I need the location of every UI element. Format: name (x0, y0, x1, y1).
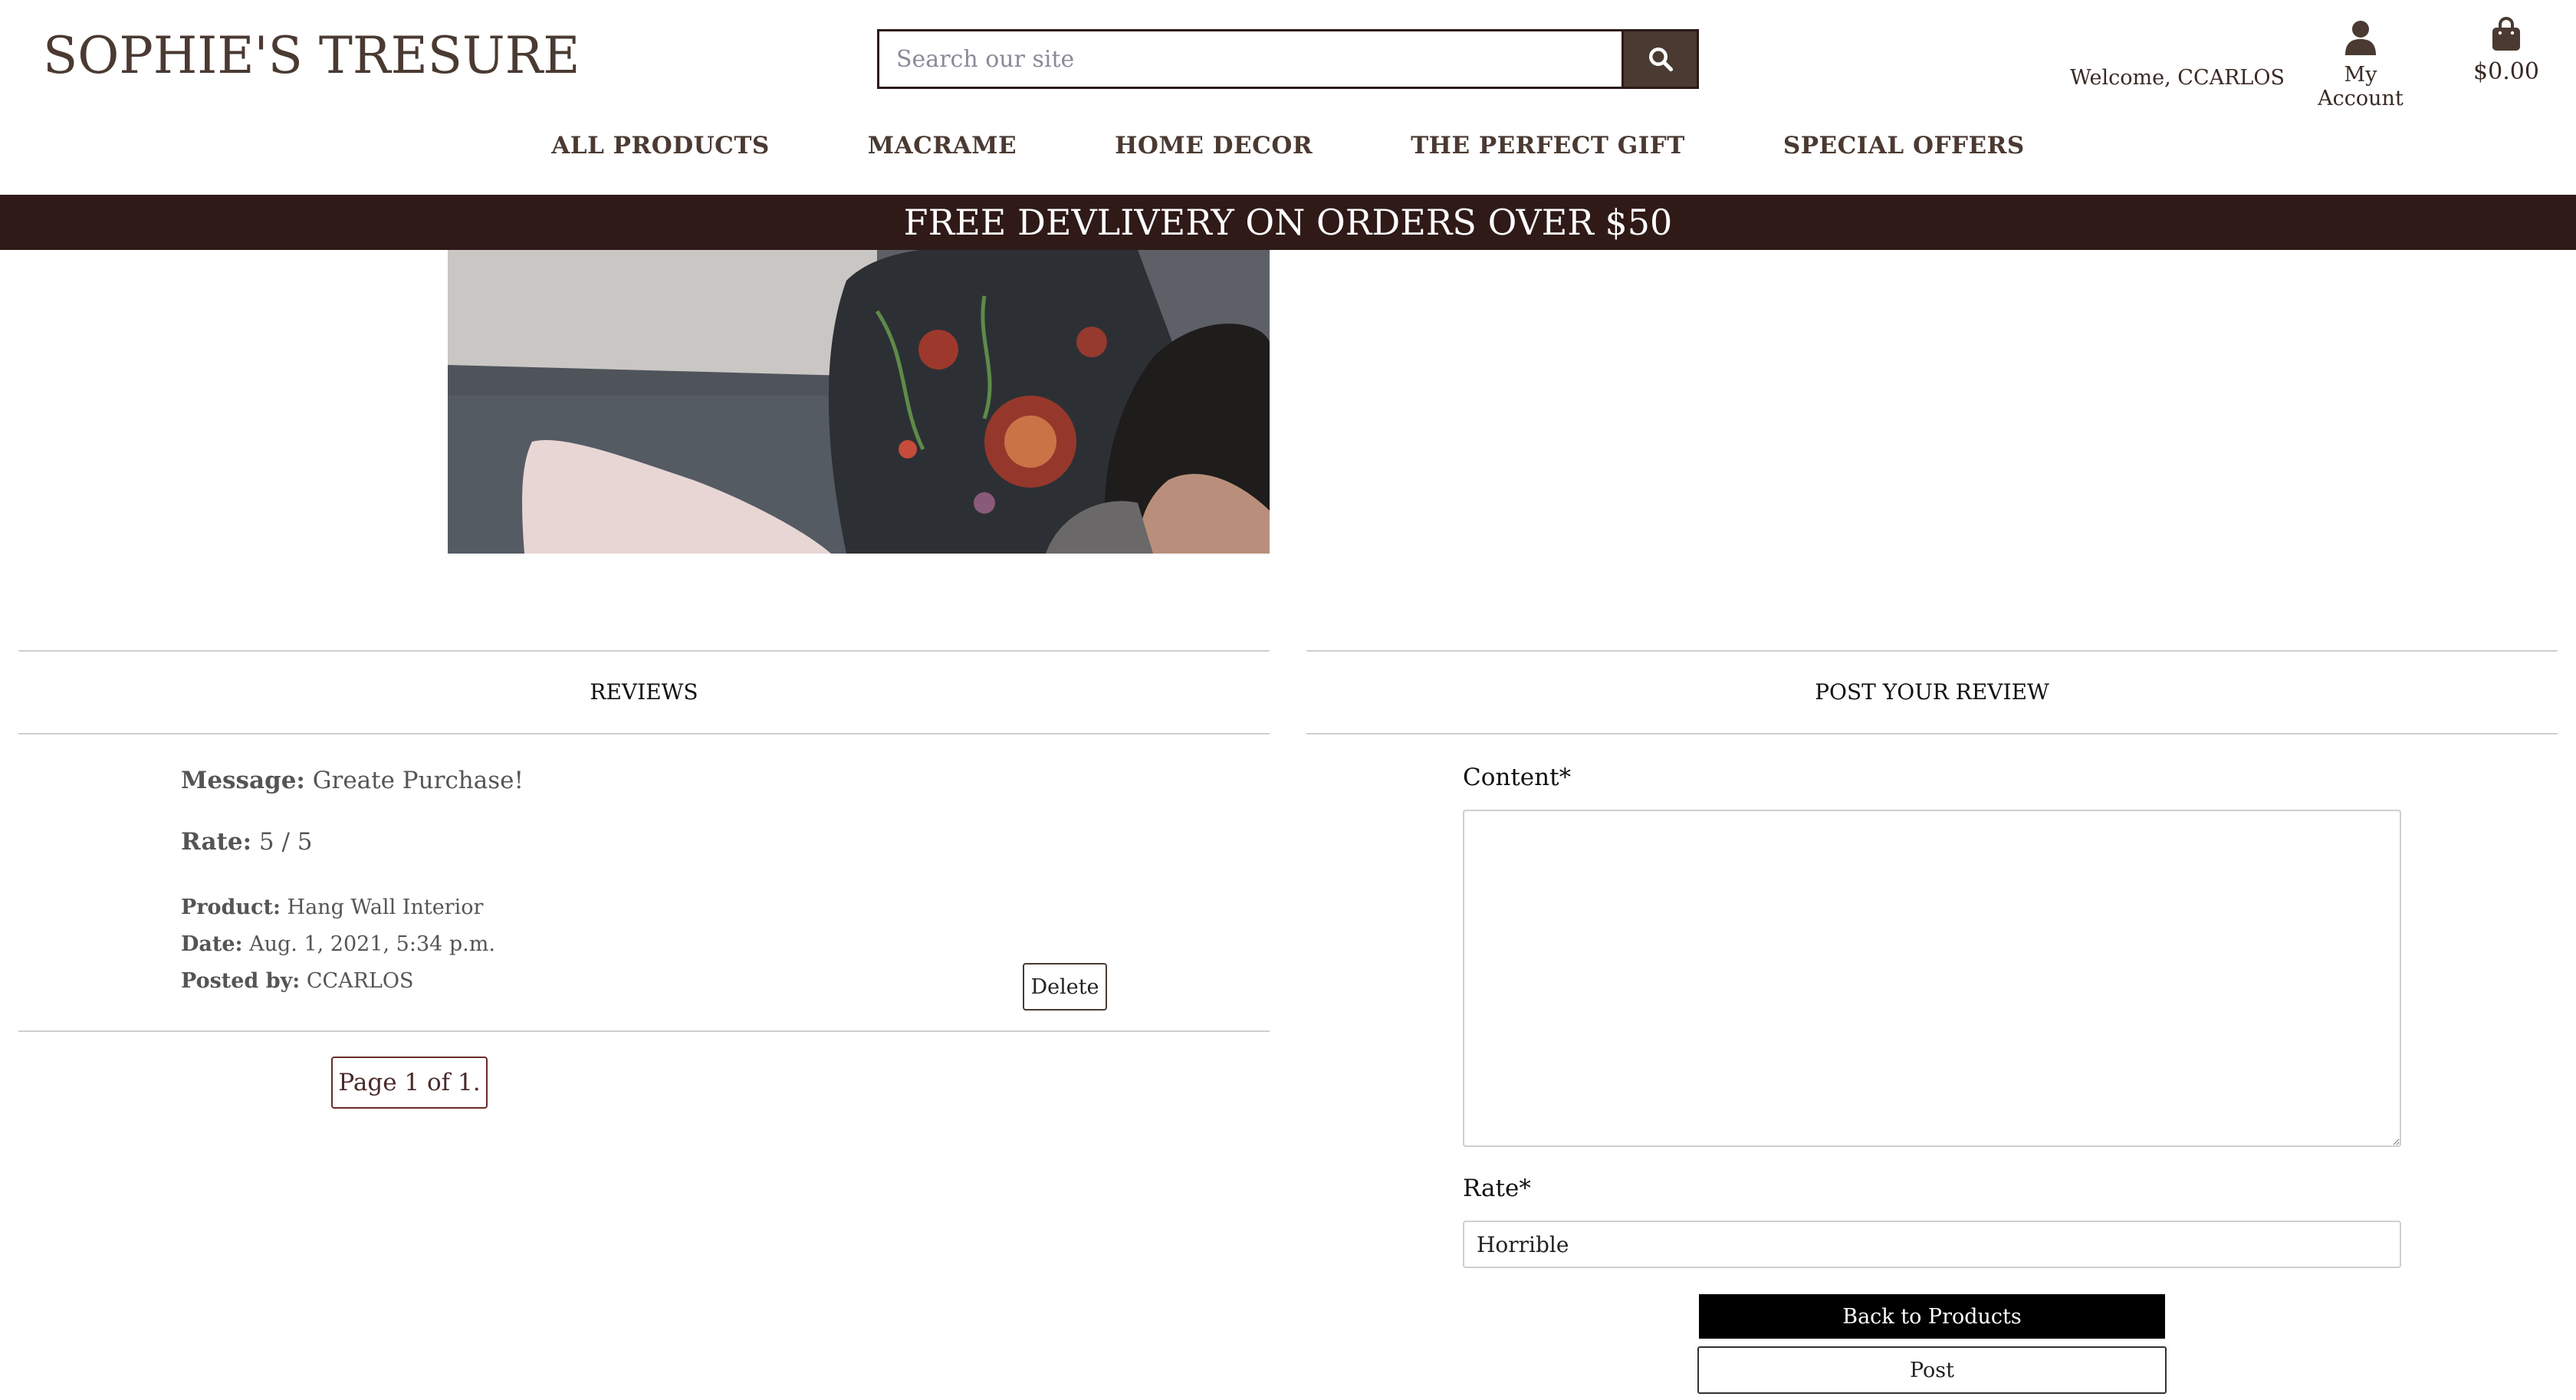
review-date-label: Date: (181, 932, 243, 956)
review-date-value: Aug. 1, 2021, 5:34 p.m. (249, 932, 495, 956)
search-button[interactable] (1622, 31, 1697, 87)
review-rate-label: Rate: (181, 828, 252, 856)
reviews-header-divider (18, 733, 1270, 735)
post-review-heading: POST YOUR REVIEW (1815, 679, 2049, 705)
welcome-message: Welcome, CCARLOS (2070, 66, 2285, 90)
reviews-heading: REVIEWS (590, 679, 698, 705)
cart-total: $0.00 (2473, 58, 2539, 85)
content-label: Content* (1463, 764, 1572, 791)
nav-all-products[interactable]: ALL PRODUCTS (551, 132, 770, 170)
review-rate: Rate: 5 / 5 (181, 828, 313, 856)
review-product-label: Product: (181, 896, 281, 919)
reviews-top-divider (18, 650, 1270, 652)
pagination-indicator[interactable]: Page 1 of 1. (331, 1057, 488, 1109)
my-account-link[interactable]: My Account (2303, 20, 2418, 110)
post-review-button[interactable]: Post (1697, 1346, 2167, 1394)
review-posted-by: Posted by: CCARLOS (181, 969, 414, 993)
back-to-products-button[interactable]: Back to Products (1699, 1294, 2165, 1339)
delete-review-button[interactable]: Delete (1023, 963, 1107, 1011)
search-icon (1648, 48, 1673, 72)
product-photo (448, 250, 1270, 554)
rate-select[interactable]: Horrible (1463, 1221, 2401, 1268)
shopping-bag-link[interactable]: $0.00 (2464, 17, 2548, 85)
review-message-label: Message: (181, 767, 305, 794)
nav-perfect-gift[interactable]: THE PERFECT GIFT (1411, 132, 1685, 170)
nav-macrame[interactable]: MACRAME (868, 132, 1017, 170)
post-review-top-divider (1306, 650, 2558, 652)
shopping-bag-icon (2492, 17, 2520, 51)
content-textarea[interactable] (1463, 810, 2401, 1147)
search-input[interactable] (879, 31, 1622, 87)
review-posted-value: CCARLOS (306, 969, 414, 993)
review-product: Product: Hang Wall Interior (181, 896, 483, 919)
nav-special-offers[interactable]: SPECIAL OFFERS (1783, 132, 2025, 170)
review-posted-label: Posted by: (181, 969, 301, 993)
site-logo[interactable]: SOPHIE'S TRESURE (43, 26, 580, 85)
my-account-label: My Account (2318, 63, 2404, 110)
post-review-header-divider (1306, 733, 2558, 735)
delivery-banner: FREE DEVLIVERY ON ORDERS OVER $50 (0, 195, 2576, 250)
review-date: Date: Aug. 1, 2021, 5:34 p.m. (181, 932, 495, 956)
search-form (877, 29, 1699, 89)
main-nav: ALL PRODUCTS MACRAME HOME DECOR THE PERF… (0, 132, 2576, 170)
review-rate-value: 5 / 5 (258, 828, 313, 856)
rate-label: Rate* (1463, 1175, 1531, 1202)
site-header: SOPHIE'S TRESURE Welcome, CCARLOS My Acc… (0, 0, 2576, 195)
nav-home-decor[interactable]: HOME DECOR (1115, 132, 1313, 170)
review-bottom-divider (18, 1030, 1270, 1032)
review-message-text: Greate Purchase! (312, 767, 524, 794)
product-image (448, 250, 1270, 554)
delivery-banner-text: FREE DEVLIVERY ON ORDERS OVER $50 (903, 202, 1673, 243)
user-icon (2345, 21, 2376, 55)
review-message: Message: Greate Purchase! (181, 767, 524, 794)
review-product-value: Hang Wall Interior (287, 896, 484, 919)
